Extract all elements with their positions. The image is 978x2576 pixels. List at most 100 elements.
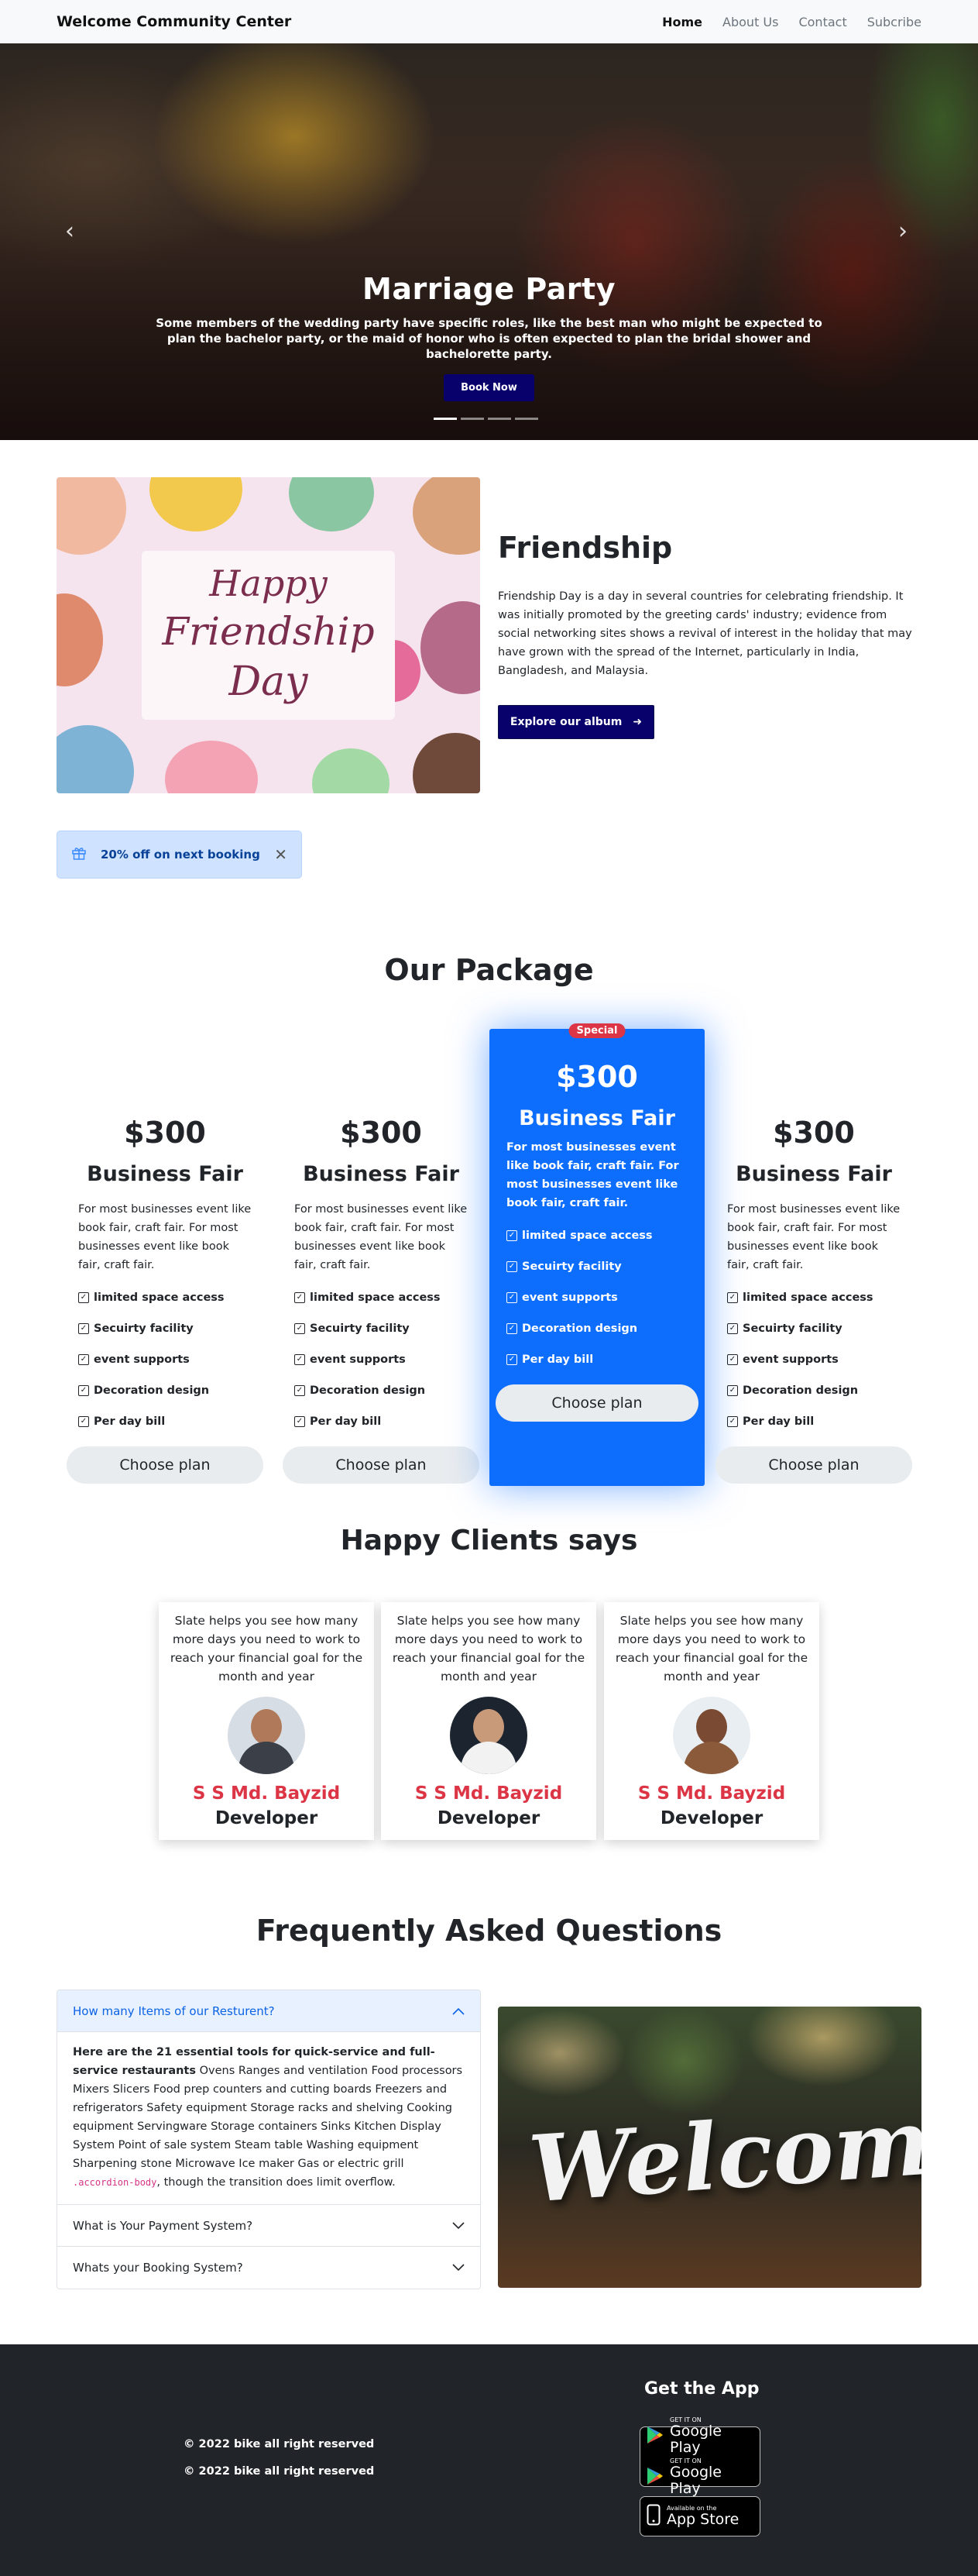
checkbox-icon: ✓ — [727, 1323, 738, 1334]
app-store-badge[interactable]: Available on the App Store — [640, 2496, 760, 2536]
checkbox-icon: ✓ — [78, 1354, 89, 1365]
avatar — [673, 1697, 750, 1774]
carousel-indicator[interactable] — [488, 418, 511, 420]
checkbox-icon: ✓ — [78, 1323, 89, 1334]
package-feature: ✓ Secuirty facility — [294, 1313, 468, 1344]
package-feature: ✓ event supports — [727, 1344, 901, 1375]
client-card: Slate helps you see how many more days y… — [604, 1602, 819, 1840]
package-feature: ✓ limited space access — [78, 1282, 252, 1313]
checkbox-icon: ✓ — [78, 1385, 89, 1396]
carousel-next-icon[interactable]: › — [898, 218, 908, 245]
google-play-icon — [647, 2426, 664, 2447]
brand-logo[interactable]: Welcome Community Center — [57, 13, 291, 30]
checkbox-icon: ✓ — [506, 1354, 517, 1365]
app-store-label: App Store — [667, 2511, 740, 2528]
phone-icon — [647, 2504, 661, 2529]
page: Welcome Community Center Home About Us C… — [0, 0, 978, 2576]
checkbox-icon: ✓ — [506, 1292, 517, 1303]
google-play-label: Google Play — [670, 2423, 722, 2456]
google-play-badge[interactable]: GET IT ON Google Play GET IT ON Google P… — [640, 2416, 760, 2497]
carousel-indicator[interactable] — [434, 418, 457, 420]
package-features: ✓ limited space access ✓ Secuirty facility… — [715, 1282, 912, 1437]
nav-link-subscribe[interactable]: Subcribe — [867, 15, 921, 29]
package-features: ✓ limited space access ✓ Secuirty facility… — [67, 1282, 263, 1437]
package-desc: For most businesses event like book fair… — [294, 1203, 468, 1271]
nav-link-contact[interactable]: Contact — [798, 15, 846, 29]
copyright-text: © 2022 bike all right reserved — [184, 2465, 375, 2478]
special-badge: Special — [568, 1023, 626, 1038]
client-role: Developer — [214, 1808, 318, 1828]
checkbox-icon: ✓ — [506, 1261, 517, 1272]
faq-question-2[interactable]: What is Your Payment System? — [57, 2205, 480, 2247]
client-quote: Slate helps you see how many more days y… — [170, 1614, 363, 1684]
faq-answer-code: .accordion-body — [73, 2177, 157, 2188]
package-feature: ✓ limited space access — [506, 1220, 688, 1251]
hero-title: Marriage Party — [362, 272, 616, 306]
google-play-label: Google Play — [670, 2464, 722, 2497]
offer-text: 20% off on next booking — [101, 848, 260, 862]
carousel-prev-icon[interactable]: ‹ — [65, 218, 74, 245]
package-feature: ✓ limited space access — [294, 1282, 468, 1313]
choose-plan-button[interactable]: Choose plan — [67, 1446, 263, 1484]
package-features: ✓ limited space access ✓ Secuirty facility… — [283, 1282, 479, 1437]
package-feature: ✓ Decoration design — [294, 1375, 468, 1406]
package-price: $300 — [340, 1116, 422, 1150]
checkbox-icon: ✓ — [727, 1292, 738, 1303]
choose-plan-button[interactable]: Choose plan — [715, 1446, 912, 1484]
faq-answer-tail: , though the transition does limit overf… — [156, 2176, 396, 2189]
welcome-image: Welcome — [498, 2007, 921, 2288]
nav-link-about[interactable]: About Us — [722, 15, 778, 29]
friendship-image-text: Friendship — [162, 609, 375, 654]
client-card: Slate helps you see how many more days y… — [159, 1602, 374, 1840]
choose-plan-button[interactable]: Choose plan — [496, 1384, 698, 1422]
checkbox-icon: ✓ — [294, 1323, 305, 1334]
friendship-image-text: Happy — [209, 562, 328, 604]
package-card-special: Special $300 Business Fair For most busi… — [489, 1023, 705, 1486]
checkbox-icon: ✓ — [294, 1354, 305, 1365]
clients-title: Happy Clients says — [340, 1525, 638, 1556]
package-name: Business Fair — [519, 1106, 675, 1130]
package-card: $300 Business Fair For most businesses e… — [67, 1116, 263, 1484]
chevron-up-icon — [452, 2004, 465, 2018]
explore-album-button[interactable]: Explore our album ➜ — [498, 705, 654, 739]
book-now-button[interactable]: Book Now — [444, 374, 534, 401]
package-desc: For most businesses event like book fair… — [727, 1203, 901, 1271]
offer-alert: 20% off on next booking ✕ — [57, 831, 302, 879]
packages-title: Our Package — [384, 953, 594, 987]
client-quote: Slate helps you see how many more days y… — [392, 1614, 585, 1684]
carousel-indicator[interactable] — [461, 418, 484, 420]
package-price: $300 — [773, 1116, 855, 1150]
explore-album-label: Explore our album — [510, 716, 623, 728]
nav-link-home[interactable]: Home — [662, 15, 702, 29]
copyright-text: © 2022 bike all right reserved — [184, 2438, 375, 2450]
faq-question-1[interactable]: How many Items of our Resturent? — [57, 1990, 480, 2032]
close-icon[interactable]: ✕ — [274, 845, 287, 864]
carousel-indicator[interactable] — [515, 418, 538, 420]
package-feature: ✓ event supports — [506, 1282, 688, 1313]
package-feature: ✓ Secuirty facility — [506, 1251, 688, 1282]
checkbox-icon: ✓ — [506, 1323, 517, 1334]
navbar: Welcome Community Center Home About Us C… — [0, 0, 978, 43]
arrow-right-icon: ➜ — [633, 716, 643, 728]
checkbox-icon: ✓ — [727, 1385, 738, 1396]
chevron-down-icon — [452, 2261, 465, 2275]
package-desc: For most businesses event like book fair… — [78, 1203, 252, 1271]
faq-title: Frequently Asked Questions — [256, 1914, 722, 1948]
package-name: Business Fair — [87, 1162, 243, 1186]
faq-question-3[interactable]: Whats your Booking System? — [57, 2247, 480, 2289]
package-feature: ✓ Secuirty facility — [727, 1313, 901, 1344]
package-feature: ✓ Per day bill — [294, 1406, 468, 1437]
client-name: S S Md. Bayzid — [637, 1783, 786, 1804]
google-play-icon — [647, 2467, 664, 2488]
checkbox-icon: ✓ — [78, 1416, 89, 1427]
package-price: $300 — [556, 1060, 638, 1094]
package-feature: ✓ limited space access — [727, 1282, 901, 1313]
friendship-image-text: Day — [228, 659, 308, 705]
checkbox-icon: ✓ — [294, 1385, 305, 1396]
choose-plan-button[interactable]: Choose plan — [283, 1446, 479, 1484]
package-feature: ✓ Per day bill — [727, 1406, 901, 1437]
carousel-indicators — [434, 418, 538, 420]
faq-question-text: Whats your Booking System? — [73, 2261, 243, 2275]
hero-caption: Marriage Party Some members of the weddi… — [151, 272, 827, 401]
package-feature: ✓ Decoration design — [78, 1375, 252, 1406]
